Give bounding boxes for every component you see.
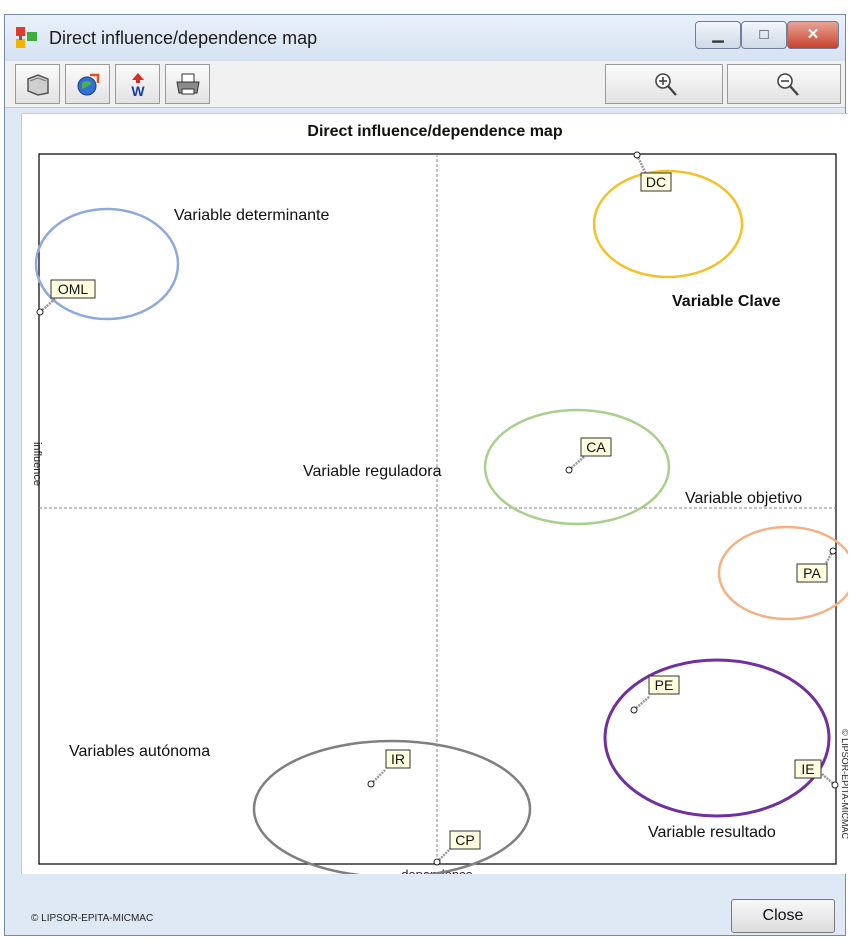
maximize-button[interactable]: □ xyxy=(741,21,787,49)
map-canvas: Direct influence/dependence map dependen… xyxy=(21,113,850,882)
label-variable-reguladora: Variable reguladora xyxy=(303,463,442,480)
variable-label-ca: CA xyxy=(586,439,606,455)
label-variable-determinante: Variable determinante xyxy=(174,207,329,224)
variable-label-pa: PA xyxy=(803,565,821,581)
variable-label-dc: DC xyxy=(646,174,666,190)
y-axis-label: influence xyxy=(31,442,43,486)
zoom-out-icon xyxy=(777,73,799,96)
variable-point-ir[interactable]: IR xyxy=(367,749,411,788)
variable-point-ie[interactable]: IE xyxy=(794,759,839,789)
side-credit: © LIPSOR-EPITA-MICMAC xyxy=(840,729,848,839)
label-variable-objetivo: Variable objetivo xyxy=(685,490,802,507)
cluster-resultado-ellipse xyxy=(603,658,831,818)
influence-dependence-map: Direct influence/dependence map dependen… xyxy=(31,123,850,882)
cluster-determinante-ellipse xyxy=(34,207,180,321)
minimize-button[interactable]: ▁ xyxy=(695,21,741,49)
close-button[interactable]: Close xyxy=(731,899,835,933)
map-window: Direct influence/dependence map ▁ □ ✕ W xyxy=(4,14,850,936)
label-variable-resultado: Variable resultado xyxy=(648,824,776,841)
toolbar: W xyxy=(5,61,845,108)
cluster-objetivo-ellipse xyxy=(717,525,850,621)
window-title: Direct influence/dependence map xyxy=(49,28,318,48)
word-export-button[interactable]: W xyxy=(115,64,160,104)
copyright-text: © LIPSOR-EPITA-MICMAC xyxy=(31,913,154,924)
variable-point-ca[interactable]: CA xyxy=(565,437,612,474)
variable-label-oml: OML xyxy=(58,281,89,297)
export-icon xyxy=(77,73,100,96)
variable-point-cp[interactable]: CP xyxy=(433,830,481,866)
print-button[interactable] xyxy=(165,64,210,104)
word-export-icon: W xyxy=(131,73,145,99)
map-title: Direct influence/dependence map xyxy=(307,123,562,140)
zoom-in-icon xyxy=(655,73,677,96)
zoom-in-button[interactable] xyxy=(605,64,723,104)
label-variables-autonoma: Variables autónoma xyxy=(69,743,210,760)
print-icon xyxy=(176,73,200,95)
variable-label-ie: IE xyxy=(801,761,814,777)
label-variable-clave: Variable Clave xyxy=(672,293,781,310)
cluster-reguladora-ellipse xyxy=(483,408,671,526)
copy-icon xyxy=(27,74,49,96)
svg-text:W: W xyxy=(131,83,145,99)
title-bar[interactable]: Direct influence/dependence map ▁ □ ✕ xyxy=(5,15,845,62)
variable-point-pa[interactable]: PA xyxy=(796,547,837,583)
copy-button[interactable] xyxy=(15,64,60,104)
variable-label-ir: IR xyxy=(391,751,405,767)
variable-label-pe: PE xyxy=(655,677,674,693)
bottom-bar: © LIPSOR-EPITA-MICMAC Close xyxy=(5,875,845,935)
close-window-button[interactable]: ✕ xyxy=(787,21,839,49)
zoom-out-button[interactable] xyxy=(727,64,841,104)
export-button[interactable] xyxy=(65,64,110,104)
variable-label-cp: CP xyxy=(455,832,474,848)
app-icon xyxy=(16,27,37,48)
